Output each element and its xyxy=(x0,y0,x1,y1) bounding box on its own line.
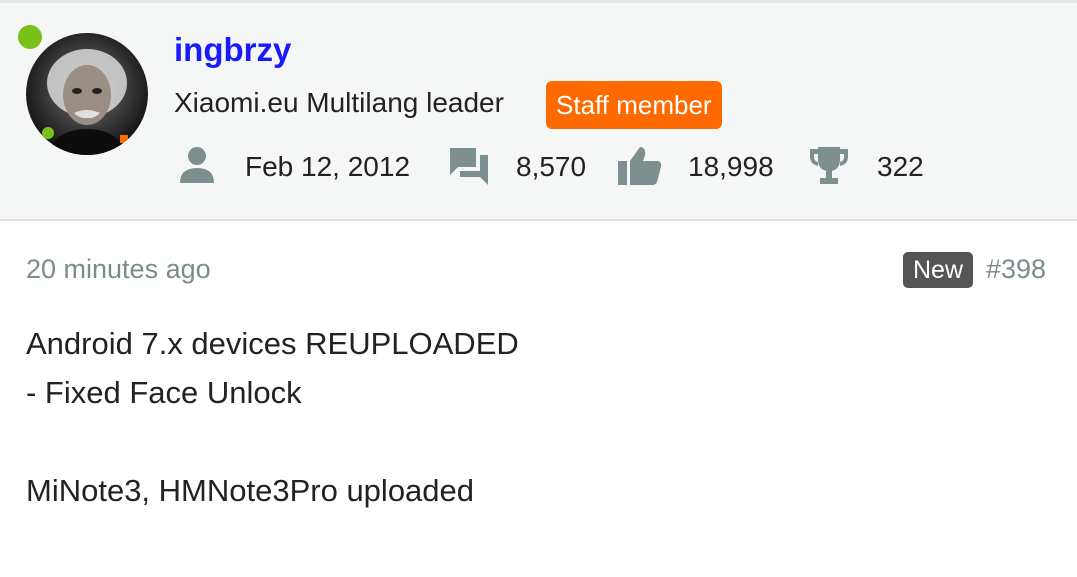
user-icon xyxy=(178,145,216,190)
trophy-points: 322 xyxy=(877,151,924,182)
post-line xyxy=(26,417,519,466)
new-badge: New xyxy=(903,252,974,288)
post-line: MiNote3, HMNote3Pro uploaded xyxy=(26,473,475,508)
post-body: Android 7.x devices REUPLOADED - Fixed F… xyxy=(26,319,519,515)
message-count: 8,570 xyxy=(516,151,587,182)
staff-member-badge: Staff member xyxy=(546,81,722,129)
trophy-icon xyxy=(808,145,850,190)
post-number-link[interactable]: #398 xyxy=(986,254,1046,285)
messages-icon xyxy=(448,145,490,190)
user-title: Xiaomi.eu Multilang leader xyxy=(174,87,504,118)
join-date: Feb 12, 2012 xyxy=(245,151,411,182)
reaction-score: 18,998 xyxy=(688,151,774,182)
user-info-header: ingbrzy Xiaomi.eu Multilang leader Staff… xyxy=(0,0,1077,221)
post-line: Android 7.x devices REUPLOADED xyxy=(26,326,519,361)
post-line: - Fixed Face Unlock xyxy=(26,375,302,410)
thumbs-up-icon xyxy=(618,145,662,190)
avatar[interactable] xyxy=(26,33,148,155)
username-link[interactable]: ingbrzy xyxy=(174,31,291,69)
avatar-portrait-icon xyxy=(42,49,128,155)
post-timestamp[interactable]: 20 minutes ago xyxy=(26,254,211,285)
avatar-container[interactable] xyxy=(18,25,148,155)
online-status-indicator xyxy=(18,25,42,49)
